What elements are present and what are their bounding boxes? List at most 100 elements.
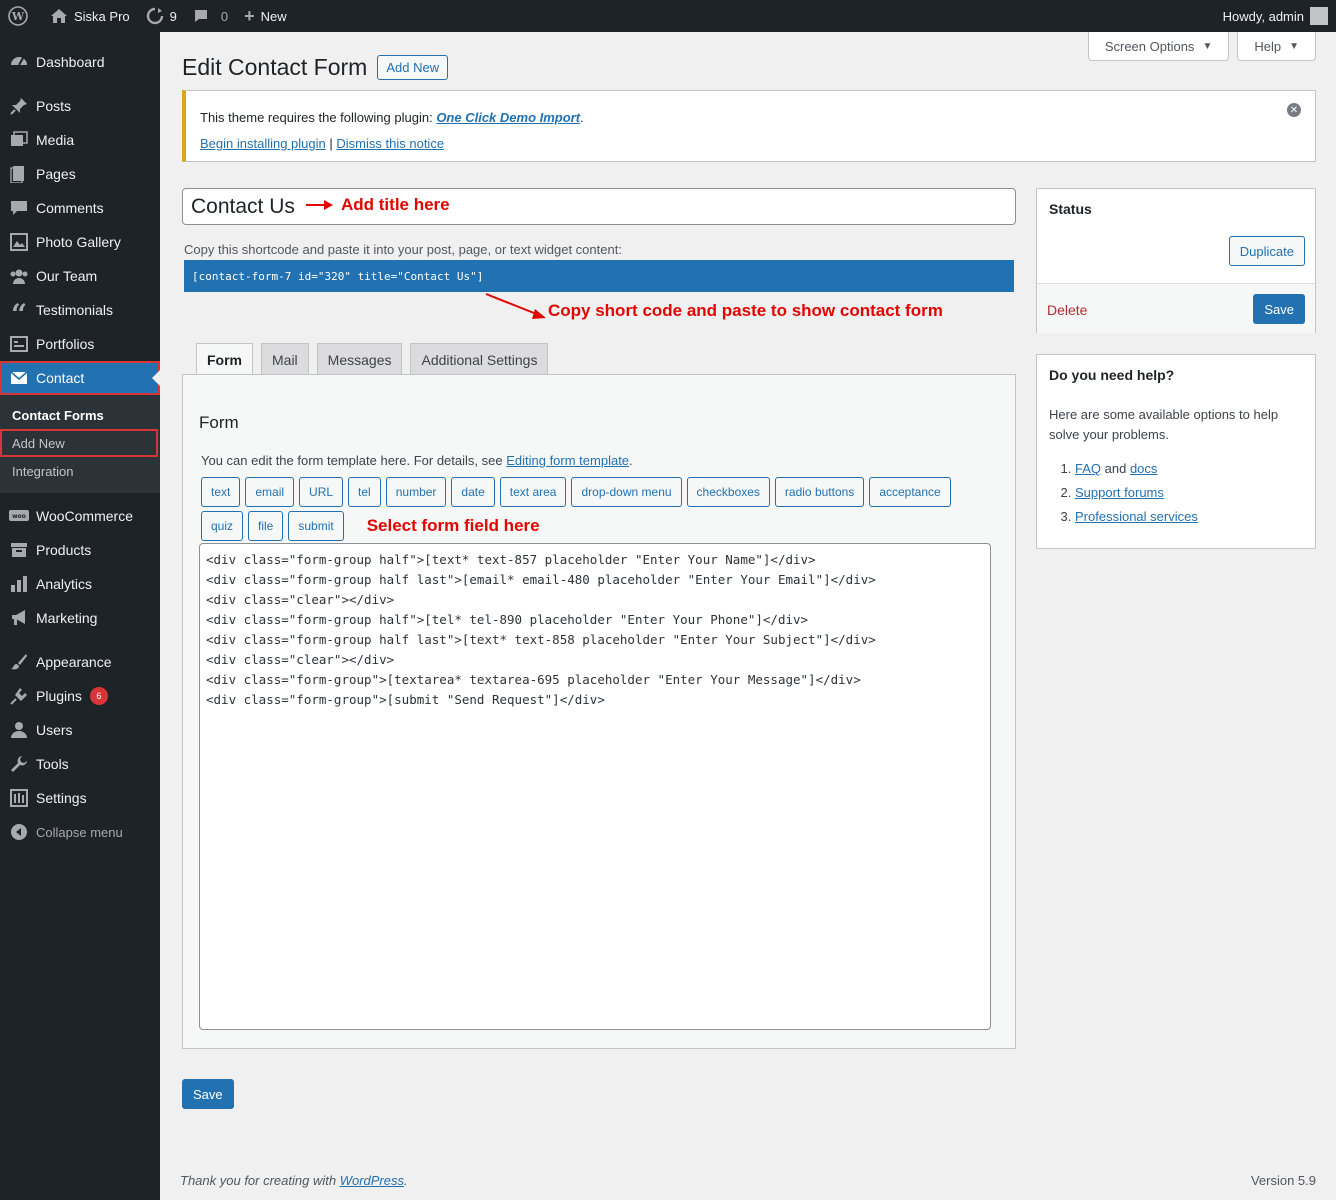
pages-icon [9, 164, 29, 184]
editing-form-template-link[interactable]: Editing form template [506, 453, 629, 468]
sidebar-item-analytics[interactable]: Analytics [0, 567, 160, 601]
sidebar-item-tools[interactable]: Tools [0, 747, 160, 781]
begin-installing-link[interactable]: Begin installing plugin [200, 136, 326, 151]
support-forums-link[interactable]: Support forums [1075, 485, 1164, 500]
sidebar-item-settings[interactable]: Settings [0, 781, 160, 815]
sidebar-item-testimonials[interactable]: “ Testimonials [0, 293, 160, 329]
sidebar-item-posts[interactable]: Posts [0, 89, 160, 123]
howdy-account[interactable]: Howdy, admin [1223, 9, 1304, 24]
caret-down-icon: ▼ [1202, 40, 1213, 52]
pin-icon [9, 96, 29, 116]
tag-button-submit[interactable]: submit [288, 511, 344, 541]
tab-additional-settings[interactable]: Additional Settings [410, 343, 549, 375]
help-box: Do you need help? Here are some availabl… [1036, 354, 1316, 549]
sidebar-item-portfolios[interactable]: Portfolios [0, 327, 160, 361]
sidebar-item-media[interactable]: Media [0, 123, 160, 157]
save-button-bottom[interactable]: Save [182, 1079, 234, 1109]
list-item: Professional services [1075, 505, 1198, 529]
brush-icon [9, 652, 29, 672]
avatar[interactable] [1310, 7, 1328, 25]
help-links-list: FAQ and docs Support forums Professional… [1075, 457, 1198, 529]
tab-form[interactable]: Form [196, 343, 253, 376]
duplicate-button[interactable]: Duplicate [1228, 236, 1305, 266]
sidebar-item-pages[interactable]: Pages [0, 157, 160, 191]
tag-button-email[interactable]: email [245, 477, 295, 507]
comment-icon [9, 198, 29, 218]
new-label: New [260, 8, 287, 24]
site-name: Siska Pro [74, 8, 130, 24]
sidebar-item-users[interactable]: Users [0, 713, 160, 747]
tag-button-checkboxes[interactable]: checkboxes [686, 477, 770, 507]
form-template-editor[interactable]: <div class="form-group half">[text* text… [199, 543, 991, 1030]
wp-logo-menu[interactable]: W [0, 0, 42, 32]
faq-link[interactable]: FAQ [1075, 461, 1101, 476]
tag-button-date[interactable]: date [451, 477, 495, 507]
screen-options-button[interactable]: Screen Options ▼ [1087, 32, 1230, 61]
status-heading: Status [1049, 201, 1092, 217]
tag-button-tel[interactable]: tel [348, 477, 381, 507]
submenu-integration[interactable]: Integration [0, 457, 160, 485]
user-icon [9, 720, 29, 740]
wordpress-link[interactable]: WordPress [340, 1173, 404, 1188]
sidebar-item-appearance[interactable]: Appearance [0, 645, 160, 679]
delete-link[interactable]: Delete [1047, 302, 1087, 318]
svg-text:woo: woo [12, 513, 26, 520]
list-item: Support forums [1075, 481, 1198, 505]
tab-mail[interactable]: Mail [261, 343, 309, 375]
tag-button-quiz[interactable]: quiz [201, 511, 244, 541]
archive-icon [9, 540, 29, 560]
sidebar-collapse-menu[interactable]: Collapse menu [0, 815, 160, 849]
tag-button-url[interactable]: URL [299, 477, 344, 507]
notice-plugin-link[interactable]: One Click Demo Import [436, 110, 580, 125]
annotation-shortcode: Copy short code and paste to show contac… [548, 301, 943, 320]
collapse-icon [9, 822, 29, 842]
site-name-menu[interactable]: Siska Pro [42, 0, 138, 32]
sidebar-item-our-team[interactable]: Our Team [0, 259, 160, 293]
dismiss-notice-link[interactable]: Dismiss this notice [336, 136, 444, 151]
admin-sidebar: Dashboard Posts Media Pages Comments Pho… [0, 32, 160, 1200]
submenu-contact-forms[interactable]: Contact Forms [0, 401, 160, 429]
professional-services-link[interactable]: Professional services [1075, 509, 1198, 524]
comments-count: 0 [220, 8, 229, 24]
wordpress-logo-icon: W [8, 6, 28, 26]
tag-button-number[interactable]: number [385, 477, 447, 507]
tag-button-text[interactable]: text [201, 477, 241, 507]
plugin-notice: This theme requires the following plugin… [182, 90, 1316, 162]
tag-button-file[interactable]: file [248, 511, 284, 541]
sidebar-item-comments[interactable]: Comments [0, 191, 160, 225]
sidebar-item-products[interactable]: Products [0, 533, 160, 567]
add-new-button[interactable]: Add New [377, 55, 449, 80]
panel-heading: Form [199, 413, 239, 432]
updates-menu[interactable]: 9 [138, 0, 185, 32]
sidebar-item-marketing[interactable]: Marketing [0, 601, 160, 635]
sidebar-item-plugins[interactable]: Plugins 6 [0, 679, 160, 713]
chart-icon [9, 574, 29, 594]
plugin-icon [9, 686, 29, 706]
save-button-status[interactable]: Save [1253, 294, 1305, 324]
help-button[interactable]: Help ▼ [1237, 32, 1316, 61]
tag-button-acceptance[interactable]: acceptance [869, 477, 951, 507]
shortcode-field[interactable]: [contact-form-7 id="320" title="Contact … [184, 260, 1014, 292]
sidebar-item-dashboard[interactable]: Dashboard [0, 45, 160, 79]
dismiss-notice-icon[interactable]: ✕ [1287, 103, 1301, 117]
new-content-menu[interactable]: + New [236, 0, 295, 32]
team-icon [9, 266, 29, 286]
sidebar-item-woocommerce[interactable]: woo WooCommerce [0, 499, 160, 533]
sidebar-item-photo-gallery[interactable]: Photo Gallery [0, 225, 160, 259]
footer-thanks: Thank you for creating with WordPress. [180, 1173, 408, 1188]
sidebar-item-contact[interactable]: Contact [0, 361, 160, 395]
dashboard-icon [9, 52, 29, 72]
docs-link[interactable]: docs [1130, 461, 1157, 476]
submenu-add-new[interactable]: Add New [0, 429, 158, 457]
help-description: Here are some available options to help … [1049, 407, 1279, 442]
comments-menu[interactable]: 0 [185, 0, 236, 32]
tag-button-text-area[interactable]: text area [499, 477, 567, 507]
tag-button-radio-buttons[interactable]: radio buttons [774, 477, 865, 507]
megaphone-icon [9, 608, 29, 628]
list-item: FAQ and docs [1075, 457, 1198, 481]
status-box: Status Duplicate Delete Save [1036, 188, 1316, 333]
tag-button-drop-down-menu[interactable]: drop-down menu [571, 477, 682, 507]
tab-messages[interactable]: Messages [316, 343, 403, 375]
updates-count: 9 [169, 8, 177, 24]
portfolio-icon [9, 334, 29, 354]
